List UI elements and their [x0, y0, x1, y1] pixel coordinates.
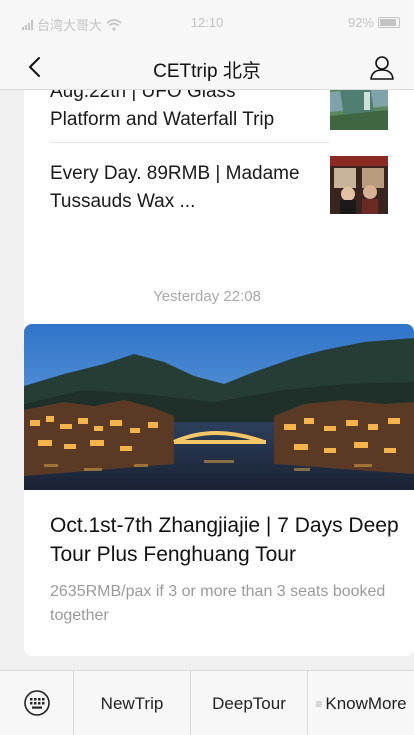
menu-label: KnowMore	[325, 693, 407, 713]
menu-item-knowmore[interactable]: ≡ KnowMore	[308, 671, 414, 735]
menu-label: DeepTour	[212, 693, 286, 713]
message-timestamp: Yesterday 22:08	[153, 288, 261, 305]
menu-item-deeptour[interactable]: DeepTour	[191, 671, 308, 735]
battery-status: 92%	[348, 15, 400, 30]
page-title: CETtrip 北京	[153, 61, 261, 82]
keyboard-icon	[24, 690, 50, 716]
bottom-menu-bar: NewTrip DeepTour ≡ KnowMore	[0, 670, 414, 735]
nav-bar: CETtrip 北京	[0, 44, 414, 90]
feature-article-title[interactable]: Oct.1st-7th Zhangjiajie | 7 Days Deep To…	[50, 511, 400, 569]
item-divider	[50, 142, 329, 143]
battery-icon	[378, 17, 400, 28]
status-bar: 台湾大哥大 12:10 92%	[0, 0, 414, 44]
article-thumbnail-waterfall[interactable]	[330, 90, 388, 130]
keyboard-toggle-button[interactable]	[0, 671, 74, 735]
submenu-lines-icon: ≡	[315, 696, 323, 711]
battery-percent: 92%	[347, 15, 374, 30]
menu-item-newtrip[interactable]: NewTrip	[74, 671, 191, 735]
feature-article-description: 2635RMB/pax if 3 or more than 3 seats bo…	[50, 583, 386, 624]
profile-icon[interactable]	[368, 53, 396, 81]
article-item-title[interactable]: Every Day. 89RMB | Madame Tussauds Wax .…	[50, 160, 310, 216]
message-list[interactable]: Aug.22th | UFO Glass Platform and Waterf…	[0, 90, 414, 670]
feature-article-card[interactable]: Oct.1st-7th Zhangjiajie | 7 Days Deep To…	[24, 324, 414, 656]
fenghuang-night-photo[interactable]	[24, 324, 414, 490]
menu-label: NewTrip	[100, 693, 164, 713]
article-thumbnail-wax-museum[interactable]	[330, 156, 388, 214]
article-item-title[interactable]: Aug.22th | UFO Glass Platform and Waterf…	[50, 90, 310, 134]
